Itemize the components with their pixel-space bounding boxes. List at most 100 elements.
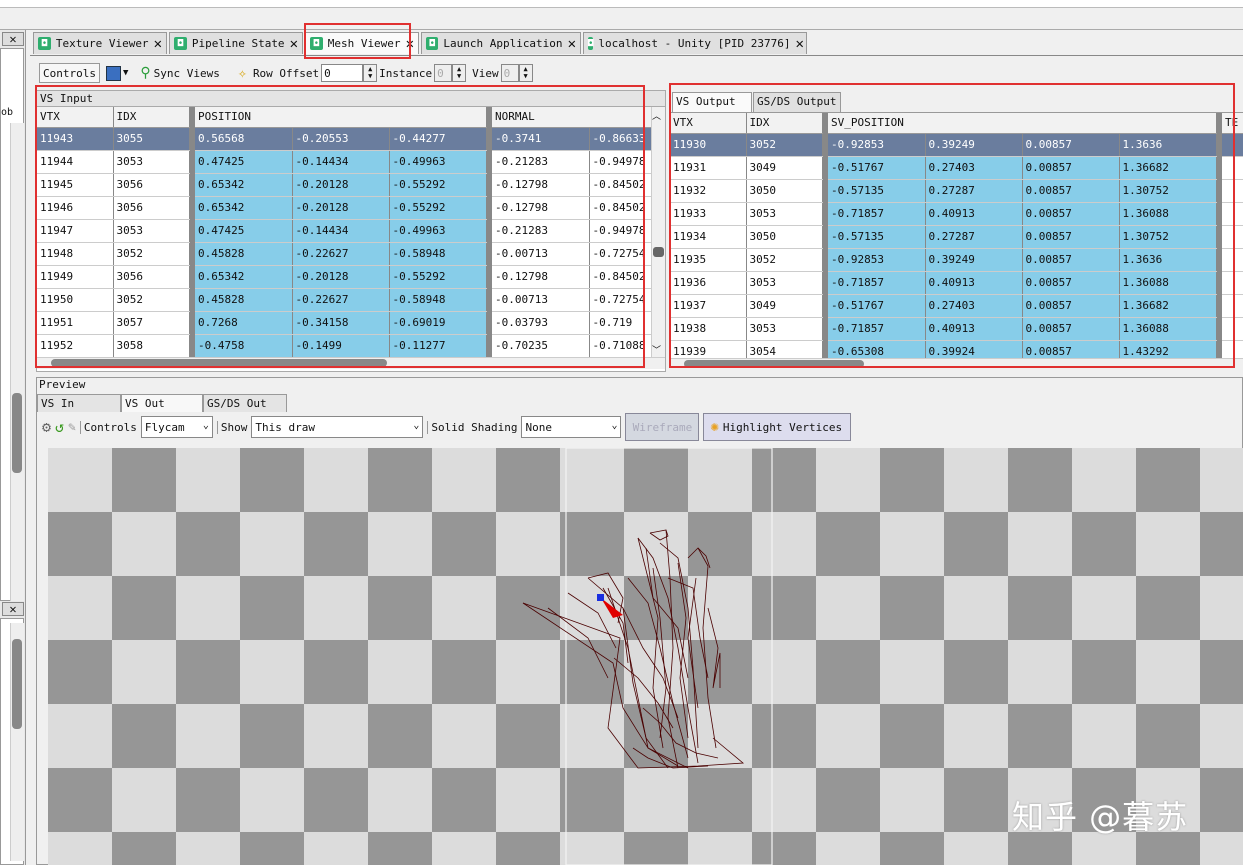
table-cell[interactable]: 1.30752 bbox=[1119, 225, 1217, 249]
table-cell[interactable]: -0.11277 bbox=[389, 334, 487, 357]
left-dock-scroll-thumb-2[interactable] bbox=[12, 639, 22, 729]
close-icon[interactable]: ✕ bbox=[568, 36, 576, 52]
table-cell[interactable]: 0.27403 bbox=[925, 156, 1023, 180]
table-cell[interactable]: 3058 bbox=[113, 334, 190, 357]
table-row[interactable]: 11943 3055 0.56568 -0.20553 -0.44277 -0.3741-… bbox=[37, 127, 658, 151]
table-cell[interactable]: 1.36682 bbox=[1119, 156, 1217, 180]
table-cell[interactable]: 0.65342 bbox=[195, 196, 293, 220]
table-cell[interactable]: 11947 bbox=[37, 219, 114, 243]
view-spinner[interactable]: ▲ ▼ bbox=[518, 64, 533, 82]
table-cell[interactable]: -0.44277 bbox=[389, 127, 487, 151]
table-cell[interactable]: 0.00857 bbox=[1022, 294, 1120, 318]
controls-select[interactable]: Flycam ⌄ bbox=[140, 416, 213, 438]
table-cell[interactable]: -0.34158 bbox=[292, 311, 390, 335]
table-cell-empty[interactable] bbox=[1222, 156, 1243, 180]
table-cell[interactable]: -0.12798 bbox=[492, 265, 590, 289]
table-cell[interactable]: -0.20553 bbox=[292, 127, 390, 151]
vs-input-table[interactable]: VTX IDX POSITION NORMAL 11943 3055 0.56568… bbox=[37, 107, 658, 357]
table-cell[interactable]: 0.27403 bbox=[925, 294, 1023, 318]
table-cell[interactable]: 11937 bbox=[670, 294, 747, 318]
table-cell-empty[interactable] bbox=[1222, 340, 1243, 358]
table-row[interactable]: 11946 3056 0.65342 -0.20128 -0.55292 -0.12798… bbox=[37, 196, 658, 220]
tab-gs-ds-output[interactable]: GS/DS Output bbox=[753, 92, 841, 112]
table-cell[interactable]: -0.51767 bbox=[828, 294, 926, 318]
close-icon[interactable]: ✕ bbox=[154, 36, 162, 52]
table-cell[interactable]: 1.36088 bbox=[1119, 271, 1217, 295]
tab-gs-ds-out[interactable]: GS/DS Out bbox=[203, 394, 287, 412]
table-cell[interactable]: 3052 bbox=[746, 248, 823, 272]
reset-camera-icon[interactable]: ↺ bbox=[55, 418, 64, 436]
table-cell[interactable]: 0.45828 bbox=[195, 288, 293, 312]
table-row[interactable]: 11947 3053 0.47425 -0.14434 -0.49963 -0.21283… bbox=[37, 219, 658, 243]
table-cell[interactable]: 0.27287 bbox=[925, 225, 1023, 249]
table-cell[interactable]: 0.00857 bbox=[1022, 271, 1120, 295]
table-row[interactable]: 11952 3058 -0.4758 -0.1499 -0.11277 -0.70235-… bbox=[37, 334, 658, 357]
table-cell[interactable]: 11945 bbox=[37, 173, 114, 197]
table-cell-empty[interactable] bbox=[1222, 271, 1243, 295]
table-cell[interactable]: 0.40913 bbox=[925, 202, 1023, 226]
table-row[interactable]: 11935 3052 -0.92853 0.39249 0.00857 1.3636 bbox=[670, 248, 1243, 272]
table-cell-empty[interactable] bbox=[1222, 317, 1243, 341]
chevron-up-icon[interactable]: ︿ bbox=[652, 109, 661, 122]
column-header-vtx[interactable]: VTX bbox=[37, 107, 114, 128]
table-cell[interactable]: 3054 bbox=[746, 340, 823, 358]
table-row[interactable]: 11949 3056 0.65342 -0.20128 -0.55292 -0.12798… bbox=[37, 265, 658, 289]
close-icon[interactable]: ✕ bbox=[795, 36, 803, 52]
table-cell[interactable]: -0.86633 bbox=[589, 127, 658, 151]
column-header-vtx[interactable]: VTX bbox=[670, 113, 747, 134]
tab-mesh-viewer[interactable]: ◘ Mesh Viewer ✕ bbox=[305, 32, 419, 54]
close-icon[interactable]: ✕ bbox=[290, 36, 298, 52]
table-cell[interactable]: -0.71857 bbox=[828, 271, 926, 295]
table-cell[interactable]: 3057 bbox=[113, 311, 190, 335]
tab-texture-viewer[interactable]: ◘ Texture Viewer ✕ bbox=[33, 32, 167, 54]
table-cell-empty[interactable] bbox=[1222, 248, 1243, 272]
table-cell[interactable]: -0.00713 bbox=[492, 242, 590, 266]
table-cell[interactable]: 11946 bbox=[37, 196, 114, 220]
table-cell[interactable]: 11943 bbox=[37, 127, 114, 151]
table-cell-empty[interactable] bbox=[1222, 133, 1243, 157]
table-cell[interactable]: 3049 bbox=[746, 294, 823, 318]
table-cell[interactable]: -0.72754 bbox=[589, 242, 658, 266]
chevron-down-icon[interactable]: ﹀ bbox=[652, 343, 661, 356]
table-cell[interactable]: 0.27287 bbox=[925, 179, 1023, 203]
table-row[interactable]: 11950 3052 0.45828 -0.22627 -0.58948 -0.00713… bbox=[37, 288, 658, 312]
table-cell[interactable]: 3056 bbox=[113, 173, 190, 197]
table-cell[interactable]: 0.00857 bbox=[1022, 133, 1120, 157]
tab-launch-application[interactable]: ◘ Launch Application ✕ bbox=[421, 32, 581, 54]
gear-icon[interactable]: ⚙ bbox=[42, 418, 51, 436]
table-row[interactable]: 11936 3053 -0.71857 0.40913 0.00857 1.36088 bbox=[670, 271, 1243, 295]
table-cell[interactable]: 0.00857 bbox=[1022, 317, 1120, 341]
table-cell[interactable]: 3050 bbox=[746, 179, 823, 203]
puzzle-icon[interactable]: ✧ bbox=[238, 64, 247, 82]
table-cell[interactable]: 1.3636 bbox=[1119, 133, 1217, 157]
table-cell[interactable]: 11952 bbox=[37, 334, 114, 357]
table-cell[interactable]: 3049 bbox=[746, 156, 823, 180]
table-cell[interactable]: -0.70235 bbox=[492, 334, 590, 357]
table-cell[interactable]: 11932 bbox=[670, 179, 747, 203]
table-cell[interactable]: -0.14434 bbox=[292, 150, 390, 174]
pick-icon[interactable]: ✎ bbox=[68, 420, 76, 435]
highlight-vertices-button[interactable]: ✺ Highlight Vertices bbox=[703, 413, 852, 441]
chevron-down-icon[interactable]: ▼ bbox=[123, 68, 128, 78]
table-cell[interactable]: 11949 bbox=[37, 265, 114, 289]
column-header-idx[interactable]: IDX bbox=[746, 113, 823, 134]
table-cell[interactable]: 11951 bbox=[37, 311, 114, 335]
table-cell[interactable]: 3053 bbox=[746, 317, 823, 341]
table-cell[interactable]: -0.22627 bbox=[292, 288, 390, 312]
table-cell-empty[interactable] bbox=[1222, 294, 1243, 318]
table-cell[interactable]: 1.36088 bbox=[1119, 317, 1217, 341]
table-cell[interactable]: -0.94978 bbox=[589, 219, 658, 243]
table-cell[interactable]: -0.84502 bbox=[589, 173, 658, 197]
column-header-position[interactable]: POSITION bbox=[195, 107, 487, 128]
table-cell[interactable]: 11950 bbox=[37, 288, 114, 312]
table-cell[interactable]: -0.49963 bbox=[389, 219, 487, 243]
table-cell[interactable]: -0.51767 bbox=[828, 156, 926, 180]
tab-pipeline-state[interactable]: ◘ Pipeline State ✕ bbox=[169, 32, 303, 54]
table-cell[interactable]: 3053 bbox=[113, 219, 190, 243]
table-cell[interactable]: 3053 bbox=[746, 271, 823, 295]
table-cell[interactable]: 0.7268 bbox=[195, 311, 293, 335]
table-cell[interactable]: -0.55292 bbox=[389, 173, 487, 197]
table-row[interactable]: 11945 3056 0.65342 -0.20128 -0.55292 -0.12798… bbox=[37, 173, 658, 197]
table-cell[interactable]: 0.40913 bbox=[925, 271, 1023, 295]
table-cell[interactable]: -0.55292 bbox=[389, 196, 487, 220]
